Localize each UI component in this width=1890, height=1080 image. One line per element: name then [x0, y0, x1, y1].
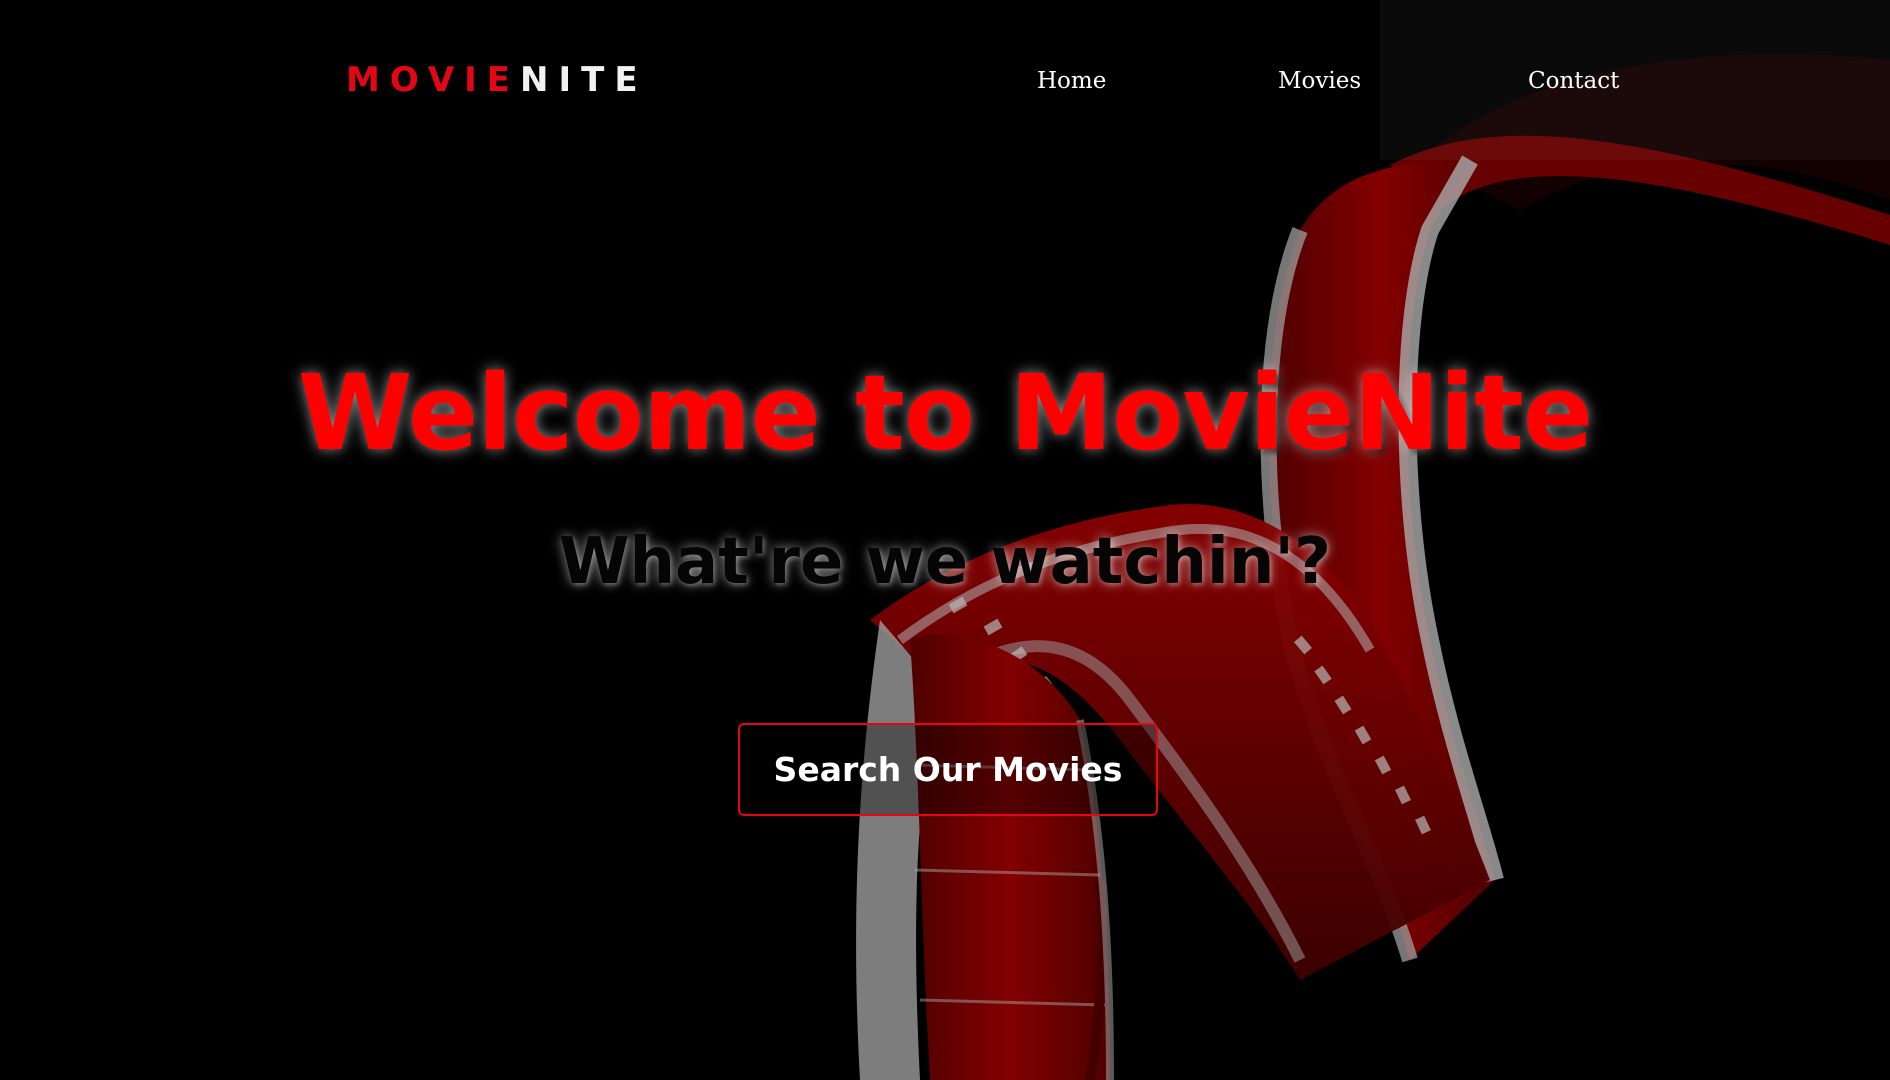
search-movies-button[interactable]: Search Our Movies — [738, 723, 1158, 816]
site-header: MOVIENITE Home Movies Contact — [0, 0, 1890, 160]
brand-logo-part2: NITE — [520, 60, 648, 100]
brand-logo[interactable]: MOVIENITE — [346, 60, 648, 100]
nav-link-home[interactable]: Home — [1037, 66, 1106, 96]
nav-link-movies[interactable]: Movies — [1278, 66, 1361, 96]
brand-logo-part1: MOVIE — [346, 60, 521, 100]
hero-subtitle: What're we watchin'? — [558, 525, 1332, 599]
page: MOVIENITE Home Movies Contact Welcome to… — [0, 0, 1890, 1080]
hero-title: Welcome to MovieNite — [297, 352, 1594, 474]
nav-link-contact[interactable]: Contact — [1528, 66, 1619, 96]
